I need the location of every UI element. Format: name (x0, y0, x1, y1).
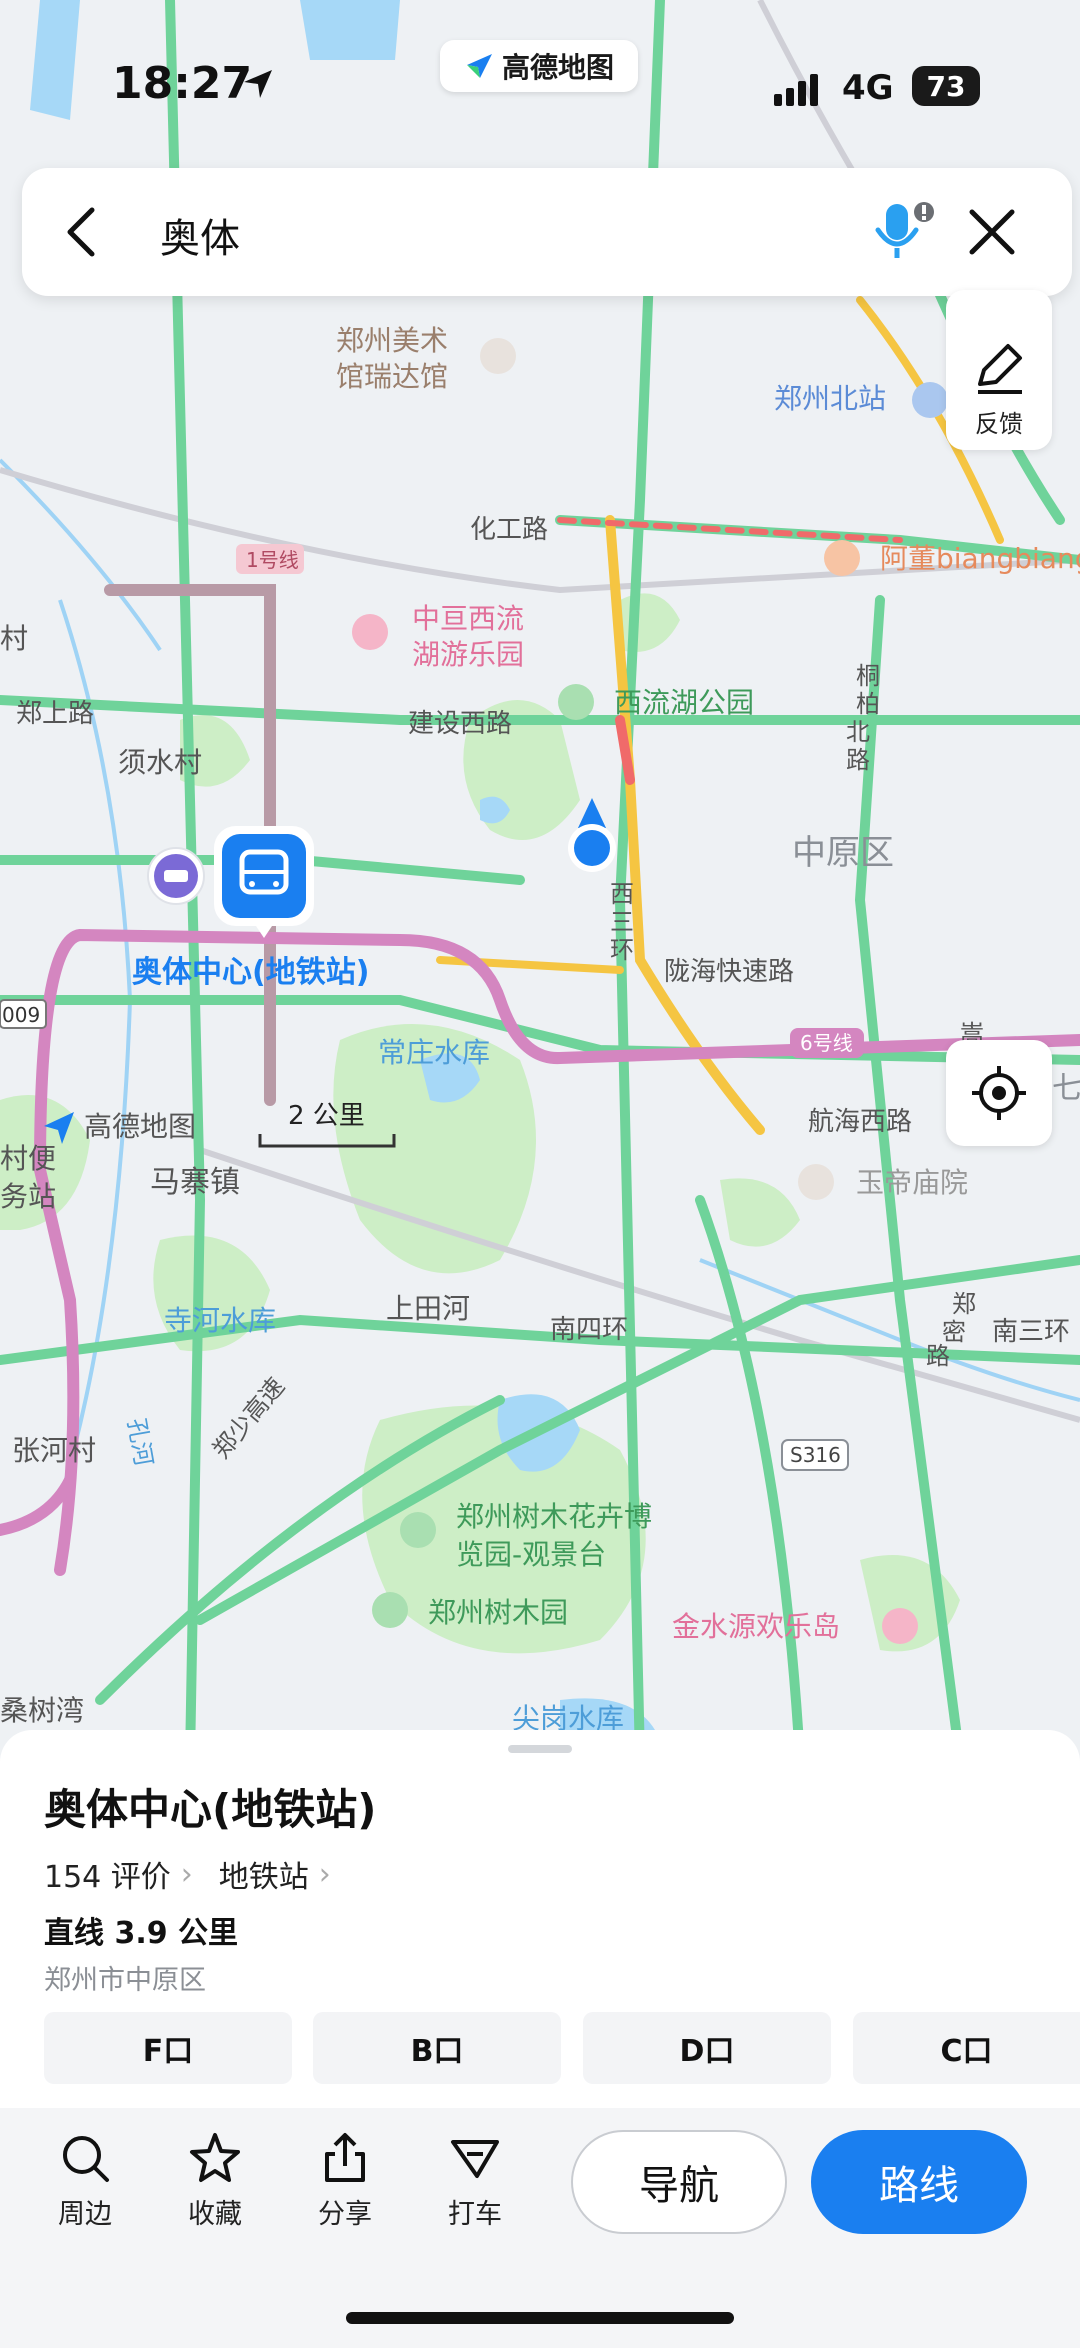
map-label: 玉帝庙院 (856, 1166, 968, 1199)
app-return-pill[interactable]: 高德地图 (440, 40, 638, 92)
star-icon (190, 2133, 240, 2182)
sheet-drag-handle[interactable] (508, 1745, 572, 1753)
map-label: 1号线 (246, 548, 299, 572)
feedback-label: 反馈 (975, 410, 1023, 438)
map-label: 009 (2, 1003, 40, 1027)
watermark-label: 高德地图 (84, 1110, 196, 1143)
navigate-button[interactable]: 导航 (571, 2130, 787, 2234)
map-label: 张河村 (12, 1434, 96, 1467)
chevron-right-icon: › (318, 1856, 331, 1892)
map-label: 北 (846, 718, 870, 746)
map-label: 郑 (952, 1290, 976, 1318)
map-label: 路 (926, 1342, 950, 1370)
map-label: 湖游乐园 (412, 638, 524, 671)
map-label: 6号线 (800, 1031, 853, 1055)
map-label: 务站 (0, 1180, 56, 1213)
poi-category[interactable]: 地铁站 (219, 1852, 309, 1896)
search-icon (63, 2136, 109, 2182)
map-label: 村便 (0, 1142, 56, 1175)
poi-meta: 154 评价 › 地铁站 › (44, 1852, 331, 1896)
route-button[interactable]: 路线 (811, 2130, 1027, 2234)
map-label: 馆瑞达馆 (336, 360, 448, 393)
close-icon[interactable] (964, 204, 1020, 260)
exit-button[interactable]: D口 (583, 2012, 831, 2084)
share-button[interactable]: 分享 (290, 2130, 400, 2231)
location-arrow-icon (244, 70, 272, 98)
poi-reviews[interactable]: 154 评价 (44, 1852, 171, 1896)
scale-label: 2 公里 (288, 1101, 365, 1131)
map-label: 化工路 (470, 515, 548, 545)
map-label: 马寨镇 (150, 1165, 240, 1200)
map-label: 桑树湾 (0, 1694, 84, 1727)
map-label: 环 (610, 936, 634, 964)
poi-title: 奥体中心(地铁站) (44, 1785, 377, 1834)
exit-button[interactable]: C口 (853, 2012, 1080, 2084)
map-label: 金水源欢乐岛 (672, 1610, 840, 1643)
edit-icon (978, 344, 1022, 394)
share-icon (325, 2133, 365, 2182)
map-label: 奥体中心(地铁站) (132, 955, 369, 990)
map-label: 郑州北站 (774, 382, 886, 415)
search-query[interactable]: 奥体 (160, 206, 240, 264)
map-label: 郑州树木花卉博 (456, 1500, 652, 1533)
poi-distance: 直线 3.9 公里 (44, 1916, 239, 1951)
map-label: 七 (1052, 1071, 1080, 1106)
map-label: 村 (0, 622, 28, 655)
status-time: 18:27 (112, 58, 253, 109)
favorite-button[interactable]: 收藏 (160, 2130, 270, 2231)
map-label: 航海西路 (808, 1107, 912, 1137)
microphone-icon[interactable] (870, 196, 938, 266)
back-arrow-icon[interactable] (58, 204, 106, 260)
map-label: 上田河 (386, 1292, 470, 1325)
taxi-label: 打车 (448, 2199, 502, 2230)
map-label: 中原区 (792, 833, 894, 873)
crosshair-icon (972, 1066, 1026, 1120)
amap-logo-icon (466, 54, 492, 78)
map-label: 寺河水库 (164, 1304, 276, 1337)
map-label: 三 (610, 908, 634, 936)
exit-button[interactable]: B口 (313, 2012, 561, 2084)
map-label: 西 (610, 880, 634, 908)
share-label: 分享 (318, 2199, 372, 2230)
home-indicator[interactable] (346, 2312, 734, 2324)
map-label: 须水村 (118, 746, 202, 779)
map-label: 郑上路 (16, 699, 94, 729)
map-label: S316 (790, 1443, 841, 1467)
map-label: 路 (846, 746, 870, 774)
map-label: 柏 (856, 690, 880, 718)
taxi-button[interactable]: 打车 (420, 2130, 530, 2231)
map-label: 中亘西流 (412, 602, 524, 635)
battery-indicator: 73 (912, 66, 980, 106)
map-label: 南四环 (550, 1315, 628, 1345)
map-label: 西流湖公园 (614, 686, 754, 719)
exit-button[interactable]: F口 (44, 2012, 292, 2084)
signal-icon (774, 74, 818, 106)
poi-address: 郑州市中原区 (44, 1965, 206, 1996)
nearby-button[interactable]: 周边 (30, 2130, 140, 2231)
map-label: 陇海快速路 (664, 957, 794, 987)
map-label: 郑州树木园 (428, 1596, 568, 1629)
chevron-right-icon: › (180, 1856, 193, 1892)
map-label: 常庄水库 (378, 1036, 490, 1069)
map-label: 南三环 (992, 1317, 1070, 1347)
taxi-icon (451, 2140, 499, 2178)
network-type: 4G (842, 68, 894, 108)
map-label: 览园-观景台 (456, 1538, 606, 1571)
nearby-label: 周边 (58, 2199, 112, 2230)
map-label: 阿董biangbiang (880, 542, 1080, 575)
favorite-label: 收藏 (188, 2199, 242, 2230)
map-label: 桐 (856, 662, 880, 690)
app-name: 高德地图 (501, 51, 614, 84)
map-label: 建设西路 (408, 709, 512, 739)
map-label: 郑州美术 (336, 324, 448, 357)
